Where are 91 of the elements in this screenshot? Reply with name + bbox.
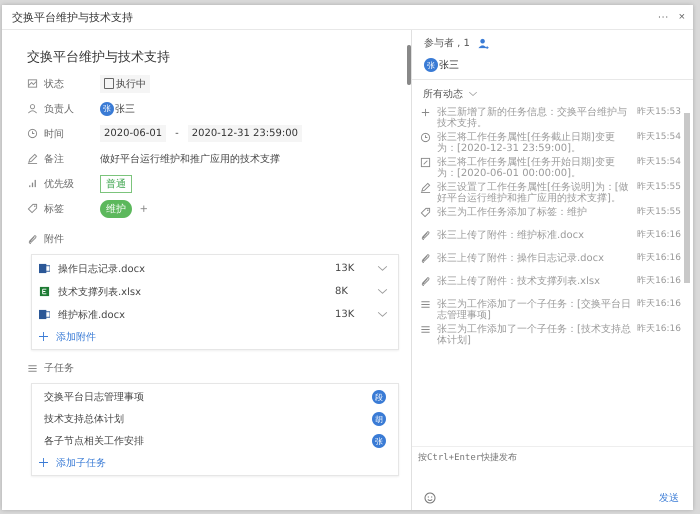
plus-icon: [39, 458, 48, 467]
file-size: 8K: [335, 286, 349, 297]
field-label: 备注: [44, 152, 65, 166]
file-size: 13K: [335, 263, 356, 274]
status-button[interactable]: 执行中: [100, 74, 150, 92]
avatar: 胡: [372, 412, 386, 426]
send-button[interactable]: 发送: [659, 491, 679, 505]
file-name[interactable]: 维护标准.docx: [58, 308, 327, 322]
clock-icon: [27, 128, 38, 139]
note-text: 做好平台运行维护和推广应用的技术支撑: [100, 152, 280, 166]
activity-text: 张三将工作任务属性[任务开始日期]变更为：[2020-06-01 00:00:00]。: [437, 157, 616, 179]
more-button[interactable]: ···: [656, 11, 671, 23]
field-label: 负责人: [44, 102, 75, 116]
activity-time: 昨天16:16: [637, 299, 681, 310]
image-icon: [27, 78, 38, 89]
section-label: 附件: [44, 233, 65, 246]
activity-time: 昨天15:54: [637, 157, 681, 168]
edit-icon: [420, 157, 431, 168]
word-file-icon: [39, 309, 50, 320]
activity-text: 张三为工作任务添加了标签：维护: [437, 207, 588, 218]
avatar: 段: [372, 390, 386, 404]
date-separator: -: [174, 128, 180, 139]
list-icon: [420, 299, 431, 310]
add-attachment-link[interactable]: 添加附件: [56, 330, 96, 344]
activity-text: 张三为工作添加了一个子任务：[技术支持总体计划]: [437, 324, 632, 346]
activity-time: 昨天16:16: [637, 324, 681, 335]
participant-name: 张三: [439, 58, 459, 72]
list-icon: [420, 324, 431, 335]
activity-text: 张三上传了附件：技术支撑列表.xlsx: [437, 276, 602, 287]
activity-text: 张三将工作任务属性[任务截止日期]变更为：[2020-12-31 23:59:00]。: [437, 132, 616, 154]
avatar: 张: [100, 102, 114, 116]
file-size: 13K: [335, 309, 356, 320]
chevron-down-icon[interactable]: [377, 311, 388, 318]
word-file-icon: [39, 263, 50, 274]
activity-text: 张三上传了附件：维护标准.docx: [437, 230, 586, 241]
activity-time: 昨天15:55: [637, 207, 681, 218]
plus-icon: [39, 332, 48, 341]
activity-filter-dropdown[interactable]: 所有动态: [423, 87, 478, 101]
activity-time: 昨天16:16: [637, 253, 681, 264]
paperclip-icon: [420, 276, 431, 287]
participants-label: 参与者 , 1: [424, 36, 470, 50]
avatar: 张: [424, 58, 438, 72]
paperclip-icon: [420, 230, 431, 241]
scrollbar[interactable]: [407, 45, 411, 85]
avatar: 张: [372, 434, 386, 448]
activity-text: 张三设置了工作任务属性[任务说明]为：[做好平台运行维护和推广应用的技术支撑]。: [437, 182, 630, 204]
assignee-name: 张三: [115, 102, 135, 116]
start-date[interactable]: 2020-06-01: [100, 125, 166, 142]
section-label: 子任务: [44, 362, 75, 375]
list-icon: [27, 362, 38, 374]
clock-icon: [420, 132, 431, 143]
person-icon: [27, 103, 38, 114]
tag-icon: [420, 207, 431, 218]
activity-time: 昨天16:16: [637, 230, 681, 241]
pencil-icon: [420, 182, 431, 193]
checkbox[interactable]: [104, 78, 114, 89]
paperclip-icon: [420, 253, 431, 264]
plus-icon: [420, 107, 431, 118]
chevron-down-icon[interactable]: [377, 265, 388, 272]
add-person-icon[interactable]: [478, 38, 489, 48]
task-title: 交换平台维护与技术支持: [27, 49, 171, 66]
field-label: 状态: [44, 78, 65, 90]
activity-text: 张三为工作添加了一个子任务：[交换平台日志管理事项]: [437, 299, 632, 321]
subtask-name[interactable]: 技术支持总体计划: [44, 412, 124, 426]
subtask-name[interactable]: 交换平台日志管理事项: [44, 390, 144, 404]
chevron-down-icon: [468, 91, 478, 97]
add-subtask-link[interactable]: 添加子任务: [56, 456, 106, 470]
tag-icon: [27, 203, 38, 214]
close-button[interactable]: ×: [676, 11, 687, 23]
field-label: 标签: [44, 202, 65, 216]
window-title: 交换平台维护与技术支持: [12, 10, 134, 24]
excel-file-icon: [39, 286, 50, 297]
field-label: 优先级: [44, 178, 75, 190]
activity-time: 昨天16:16: [637, 276, 681, 287]
paperclip-icon: [27, 234, 38, 244]
file-name[interactable]: 操作日志记录.docx: [58, 262, 327, 276]
activity-text: 张三新增了新的任务信息：交换平台维护与技术支持。: [437, 107, 628, 129]
add-tag-button[interactable]: +: [138, 201, 150, 216]
activity-time: 昨天15:53: [637, 107, 681, 118]
chevron-down-icon[interactable]: [377, 288, 388, 295]
field-label: 时间: [44, 128, 65, 140]
scrollbar[interactable]: [684, 113, 690, 283]
file-name[interactable]: 技术支撑列表.xlsx: [58, 284, 327, 298]
bars-icon: [27, 178, 38, 189]
subtask-name[interactable]: 各子节点相关工作安排: [44, 434, 144, 448]
activity-time: 昨天15:54: [637, 132, 681, 143]
pencil-icon: [27, 153, 38, 164]
activity-time: 昨天15:55: [637, 182, 681, 193]
end-date[interactable]: 2020-12-31 23:59:00: [188, 125, 302, 142]
smiley-icon[interactable]: [424, 492, 436, 504]
activity-text: 张三上传了附件：操作日志记录.docx: [437, 253, 606, 264]
